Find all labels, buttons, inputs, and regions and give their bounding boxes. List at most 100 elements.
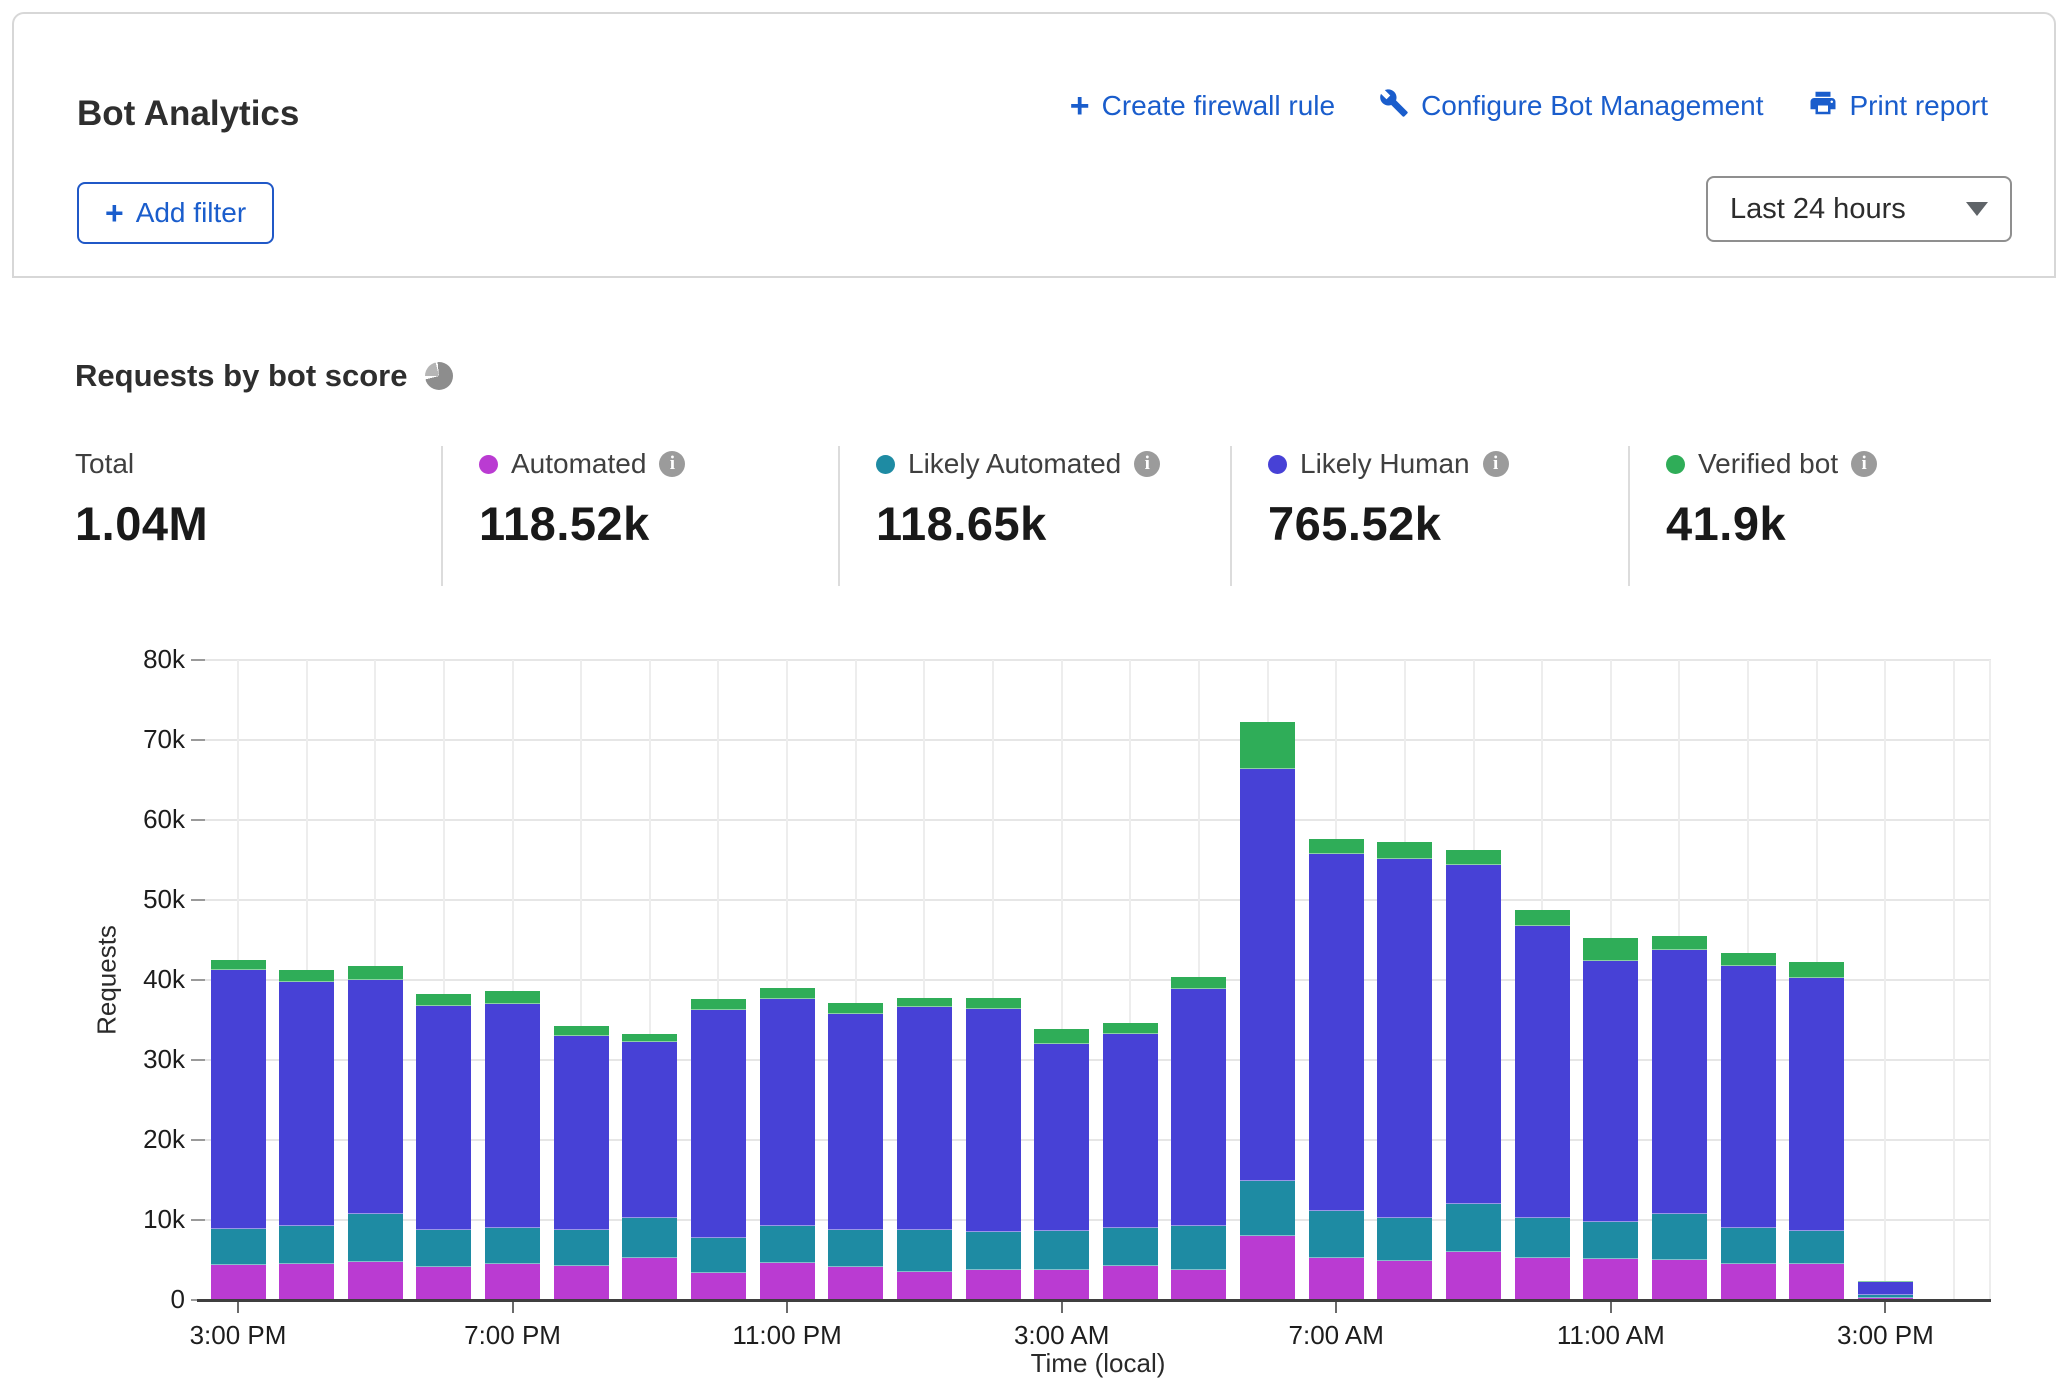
h-gridline <box>205 659 1991 661</box>
bar-segment-likely-automated <box>1789 1231 1844 1264</box>
stacked-bar-300pm[interactable] <box>1858 1281 1913 1300</box>
stacked-bar-600am[interactable] <box>1240 722 1295 1300</box>
stacked-bar-400pm[interactable] <box>279 970 334 1300</box>
bar-segment-likely-automated <box>622 1218 677 1258</box>
bar-segment-automated <box>622 1258 677 1300</box>
bar-segment-likely-human <box>760 999 815 1226</box>
stacked-bar-500am[interactable] <box>1171 977 1226 1300</box>
print-report-link[interactable]: Print report <box>1808 88 1989 125</box>
x-axis-tick <box>786 1302 788 1313</box>
stacked-bar-200am[interactable] <box>966 998 1021 1300</box>
bar-segment-automated <box>1515 1258 1570 1300</box>
bar-segment-likely-automated <box>1858 1295 1913 1298</box>
bar-segment-verified-bot <box>1858 1281 1913 1282</box>
stacked-bar-300pm[interactable] <box>211 960 266 1300</box>
stacked-bar-700am[interactable] <box>1309 839 1364 1300</box>
bar-segment-automated <box>1377 1261 1432 1300</box>
bar-segment-likely-human <box>1858 1282 1913 1295</box>
bar-segment-automated <box>211 1265 266 1300</box>
x-axis-tick-label: 7:00 PM <box>423 1320 603 1351</box>
time-range-value: Last 24 hours <box>1730 193 1906 226</box>
stacked-bar-1000am[interactable] <box>1515 910 1570 1300</box>
stacked-bar-100am[interactable] <box>897 998 952 1300</box>
bar-segment-verified-bot <box>1515 910 1570 927</box>
y-axis-tick <box>191 979 205 981</box>
stacked-bar-500pm[interactable] <box>348 966 403 1300</box>
bar-segment-verified-bot <box>279 970 334 982</box>
stat-automated: Automated i 118.52k <box>441 446 838 586</box>
create-firewall-rule-link[interactable]: + Create firewall rule <box>1070 90 1335 122</box>
bar-segment-automated <box>691 1273 746 1300</box>
bar-segment-automated <box>1171 1270 1226 1300</box>
bar-segment-verified-bot <box>554 1026 609 1036</box>
stacked-bar-1200am[interactable] <box>828 1003 883 1300</box>
bar-segment-likely-automated <box>1377 1218 1432 1260</box>
bar-segment-verified-bot <box>760 988 815 999</box>
bar-segment-verified-bot <box>1377 842 1432 859</box>
bar-segment-likely-human <box>1789 978 1844 1232</box>
info-icon[interactable]: i <box>659 451 685 477</box>
bar-segment-likely-automated <box>211 1229 266 1265</box>
y-axis-tick <box>191 899 205 901</box>
bar-segment-verified-bot <box>828 1003 883 1013</box>
stacked-bar-800am[interactable] <box>1377 842 1432 1300</box>
bar-segment-likely-human <box>1515 926 1570 1217</box>
stacked-bar-1100pm[interactable] <box>760 988 815 1300</box>
time-range-select[interactable]: Last 24 hours <box>1706 176 2012 242</box>
bar-segment-verified-bot <box>348 966 403 980</box>
bar-segment-likely-human <box>416 1006 471 1230</box>
bar-segment-likely-automated <box>485 1228 540 1264</box>
stat-total: Total 1.04M <box>75 446 441 586</box>
bar-segment-verified-bot <box>1309 839 1364 854</box>
y-axis-tick-label: 0 <box>95 1284 185 1315</box>
stacked-bar-100pm[interactable] <box>1721 953 1776 1300</box>
section-header: Requests by bot score <box>75 358 453 394</box>
bar-segment-automated <box>1240 1236 1295 1300</box>
stacked-bar-600pm[interactable] <box>416 994 471 1300</box>
bar-segment-likely-automated <box>416 1230 471 1267</box>
stat-likely-human-label: Likely Human <box>1300 448 1470 480</box>
info-icon[interactable]: i <box>1134 451 1160 477</box>
y-axis-tick <box>191 1219 205 1221</box>
stacked-bar-200pm[interactable] <box>1789 962 1844 1300</box>
bar-segment-automated <box>279 1264 334 1300</box>
stat-likely-human: Likely Human i 765.52k <box>1230 446 1628 586</box>
y-axis-tick-label: 80k <box>95 644 185 675</box>
y-axis-tick <box>191 739 205 741</box>
print-report-label: Print report <box>1850 90 1989 122</box>
automated-legend-dot <box>479 455 498 474</box>
info-icon[interactable]: i <box>1483 451 1509 477</box>
stacked-bar-1200pm[interactable] <box>1652 936 1707 1300</box>
add-filter-button[interactable]: + Add filter <box>77 182 274 244</box>
x-axis-tick-label: 11:00 PM <box>697 1320 877 1351</box>
bar-segment-likely-human <box>279 982 334 1226</box>
y-axis-tick-label: 70k <box>95 724 185 755</box>
bar-segment-automated <box>416 1267 471 1300</box>
header-actions: + Create firewall rule Configure Bot Man… <box>1070 84 1988 128</box>
stacked-bar-300am[interactable] <box>1034 1029 1089 1300</box>
likely-automated-legend-dot <box>876 455 895 474</box>
x-axis-tick-label: 3:00 PM <box>148 1320 328 1351</box>
bar-segment-automated <box>554 1266 609 1300</box>
bar-segment-automated <box>966 1270 1021 1300</box>
bar-segment-automated <box>760 1263 815 1300</box>
x-axis-tick-label: 7:00 AM <box>1246 1320 1426 1351</box>
stacked-bar-700pm[interactable] <box>485 991 540 1300</box>
stacked-bar-900am[interactable] <box>1446 850 1501 1300</box>
stacked-bar-1000pm[interactable] <box>691 999 746 1300</box>
x-axis-tick <box>1061 1302 1063 1313</box>
configure-bot-management-label: Configure Bot Management <box>1421 90 1763 122</box>
y-axis-tick-label: 10k <box>95 1204 185 1235</box>
bar-segment-automated <box>1721 1264 1776 1300</box>
section-title: Requests by bot score <box>75 358 407 394</box>
stat-automated-value: 118.52k <box>479 496 838 551</box>
stacked-bar-1100am[interactable] <box>1583 938 1638 1300</box>
stats-row: Total 1.04M Automated i 118.52k Likely A… <box>0 446 2070 586</box>
info-icon[interactable]: i <box>1851 451 1877 477</box>
configure-bot-management-link[interactable]: Configure Bot Management <box>1379 88 1763 125</box>
bar-segment-likely-human <box>211 970 266 1228</box>
stacked-bar-900pm[interactable] <box>622 1034 677 1300</box>
stacked-bar-400am[interactable] <box>1103 1023 1158 1300</box>
bar-segment-likely-human <box>1377 859 1432 1218</box>
stacked-bar-800pm[interactable] <box>554 1026 609 1300</box>
